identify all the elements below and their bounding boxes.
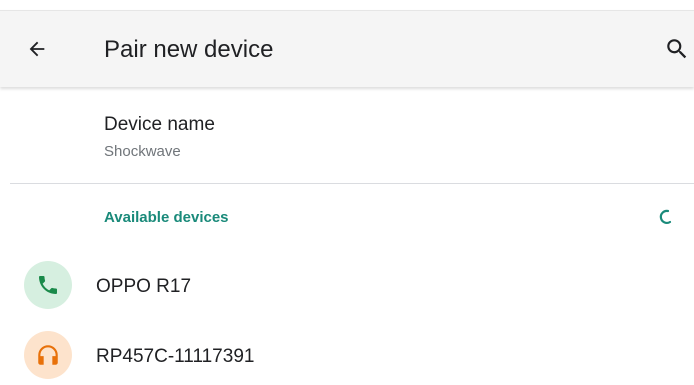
back-button[interactable] [26, 33, 66, 65]
device-icon-circle [24, 261, 72, 309]
app-bar: Pair new device [0, 10, 694, 87]
device-name-title: Device name [104, 114, 215, 135]
available-devices-header: Available devices [104, 209, 229, 226]
device-name-setting[interactable]: Device name Shockwave [0, 88, 694, 182]
search-icon [667, 39, 687, 59]
device-label: RP457C-11117391 [96, 346, 255, 367]
device-label: OPPO R17 [96, 276, 192, 297]
headset-icon [38, 345, 58, 365]
device-item-rp457c[interactable]: RP457C-11117391 [0, 322, 694, 385]
pair-new-device-screen: Pair new device Device name Shockwave Av… [0, 0, 694, 385]
status-bar-area [0, 0, 694, 10]
section-divider [10, 183, 694, 184]
device-icon-circle [24, 331, 72, 379]
page-title: Pair new device [104, 36, 274, 63]
progress-spinner-icon [659, 209, 672, 224]
phone-icon [39, 276, 57, 294]
search-button[interactable] [664, 33, 694, 65]
arrow-back-icon [29, 41, 45, 57]
device-name-value: Shockwave [104, 143, 181, 160]
device-item-oppo-r17[interactable]: OPPO R17 [0, 252, 694, 322]
